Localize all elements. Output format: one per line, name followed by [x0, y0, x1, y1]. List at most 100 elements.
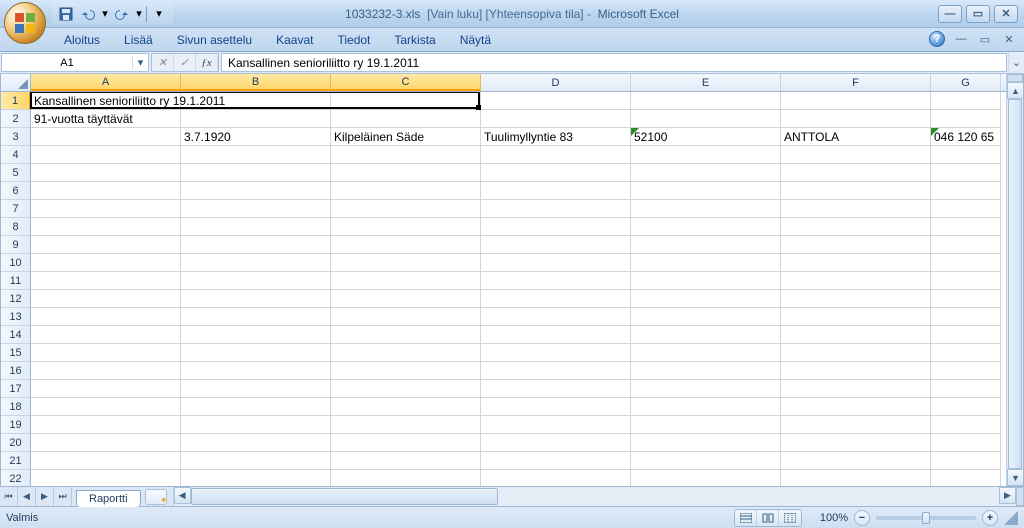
- cell-F6[interactable]: [781, 182, 931, 200]
- cell-A11[interactable]: [31, 272, 181, 290]
- cell-E9[interactable]: [631, 236, 781, 254]
- cell-D9[interactable]: [481, 236, 631, 254]
- cell-F3[interactable]: ANTTOLA: [781, 128, 931, 146]
- column-header-A[interactable]: A: [31, 74, 181, 91]
- tab-nav-first-icon[interactable]: ⏮: [0, 487, 18, 506]
- cell-D1[interactable]: [481, 92, 631, 110]
- cell-D22[interactable]: [481, 470, 631, 486]
- cell-D10[interactable]: [481, 254, 631, 272]
- undo-dropdown-icon[interactable]: ▾: [100, 4, 110, 24]
- cell-G14[interactable]: [931, 326, 1001, 344]
- cell-G21[interactable]: [931, 452, 1001, 470]
- enter-icon[interactable]: ✓: [174, 54, 196, 71]
- row-header-8[interactable]: 8: [1, 218, 31, 236]
- cell-F2[interactable]: [781, 110, 931, 128]
- cell-A3[interactable]: [31, 128, 181, 146]
- cell-A18[interactable]: [31, 398, 181, 416]
- zoom-knob[interactable]: [922, 512, 930, 524]
- cell-A14[interactable]: [31, 326, 181, 344]
- cell-G10[interactable]: [931, 254, 1001, 272]
- cell-C13[interactable]: [331, 308, 481, 326]
- vertical-scrollbar[interactable]: ▲ ▼: [1006, 74, 1023, 486]
- cell-F5[interactable]: [781, 164, 931, 182]
- ribbon-tab-tiedot[interactable]: Tiedot: [325, 29, 382, 51]
- cell-D3[interactable]: Tuulimyllyntie 83: [481, 128, 631, 146]
- resize-grip-icon[interactable]: [1004, 511, 1018, 525]
- office-button[interactable]: [4, 2, 46, 44]
- cell-B12[interactable]: [181, 290, 331, 308]
- page-layout-view-icon[interactable]: [757, 510, 779, 526]
- cell-G2[interactable]: [931, 110, 1001, 128]
- cell-F8[interactable]: [781, 218, 931, 236]
- cell-C1[interactable]: [331, 92, 481, 110]
- vscroll-thumb[interactable]: [1008, 99, 1022, 469]
- cell-A16[interactable]: [31, 362, 181, 380]
- cell-F1[interactable]: [781, 92, 931, 110]
- horizontal-scrollbar[interactable]: ◀ ▶: [173, 487, 1024, 506]
- cell-G11[interactable]: [931, 272, 1001, 290]
- cell-E22[interactable]: [631, 470, 781, 486]
- cell-G17[interactable]: [931, 380, 1001, 398]
- zoom-in-button[interactable]: +: [982, 510, 998, 526]
- cell-C5[interactable]: [331, 164, 481, 182]
- cell-C9[interactable]: [331, 236, 481, 254]
- scroll-up-icon[interactable]: ▲: [1007, 82, 1024, 99]
- save-icon[interactable]: [56, 4, 76, 24]
- cell-B7[interactable]: [181, 200, 331, 218]
- cell-B17[interactable]: [181, 380, 331, 398]
- row-header-4[interactable]: 4: [1, 146, 31, 164]
- cell-A21[interactable]: [31, 452, 181, 470]
- cell-E16[interactable]: [631, 362, 781, 380]
- row-header-16[interactable]: 16: [1, 362, 31, 380]
- cell-E3[interactable]: 52100: [631, 128, 781, 146]
- cell-D14[interactable]: [481, 326, 631, 344]
- cell-E19[interactable]: [631, 416, 781, 434]
- redo-dropdown-icon[interactable]: ▾: [134, 4, 144, 24]
- cell-E17[interactable]: [631, 380, 781, 398]
- cell-C11[interactable]: [331, 272, 481, 290]
- cell-F21[interactable]: [781, 452, 931, 470]
- row-header-12[interactable]: 12: [1, 290, 31, 308]
- cell-G18[interactable]: [931, 398, 1001, 416]
- row-header-7[interactable]: 7: [1, 200, 31, 218]
- cell-A19[interactable]: [31, 416, 181, 434]
- column-header-D[interactable]: D: [481, 74, 631, 91]
- row-header-19[interactable]: 19: [1, 416, 31, 434]
- scroll-right-icon[interactable]: ▶: [999, 487, 1016, 504]
- cell-A20[interactable]: [31, 434, 181, 452]
- cell-A7[interactable]: [31, 200, 181, 218]
- column-header-E[interactable]: E: [631, 74, 781, 91]
- cell-A10[interactable]: [31, 254, 181, 272]
- cell-F14[interactable]: [781, 326, 931, 344]
- cell-F22[interactable]: [781, 470, 931, 486]
- cell-G19[interactable]: [931, 416, 1001, 434]
- cell-C17[interactable]: [331, 380, 481, 398]
- cell-C22[interactable]: [331, 470, 481, 486]
- cell-B20[interactable]: [181, 434, 331, 452]
- cell-E5[interactable]: [631, 164, 781, 182]
- cell-E13[interactable]: [631, 308, 781, 326]
- row-header-9[interactable]: 9: [1, 236, 31, 254]
- name-box-dropdown-icon[interactable]: ▾: [132, 56, 148, 69]
- cell-D5[interactable]: [481, 164, 631, 182]
- cell-B21[interactable]: [181, 452, 331, 470]
- undo-icon[interactable]: [78, 4, 98, 24]
- cell-B1[interactable]: [181, 92, 331, 110]
- cell-E10[interactable]: [631, 254, 781, 272]
- cell-E14[interactable]: [631, 326, 781, 344]
- cell-A22[interactable]: [31, 470, 181, 486]
- cell-D21[interactable]: [481, 452, 631, 470]
- cell-E8[interactable]: [631, 218, 781, 236]
- row-header-20[interactable]: 20: [1, 434, 31, 452]
- cell-B6[interactable]: [181, 182, 331, 200]
- row-header-6[interactable]: 6: [1, 182, 31, 200]
- cell-C19[interactable]: [331, 416, 481, 434]
- cell-F17[interactable]: [781, 380, 931, 398]
- row-header-3[interactable]: 3: [1, 128, 31, 146]
- cancel-icon[interactable]: ✕: [152, 54, 174, 71]
- cell-G7[interactable]: [931, 200, 1001, 218]
- zoom-label[interactable]: 100%: [812, 512, 848, 524]
- cell-C14[interactable]: [331, 326, 481, 344]
- split-box-right[interactable]: [1016, 487, 1024, 506]
- ribbon-tab-näytä[interactable]: Näytä: [448, 29, 503, 51]
